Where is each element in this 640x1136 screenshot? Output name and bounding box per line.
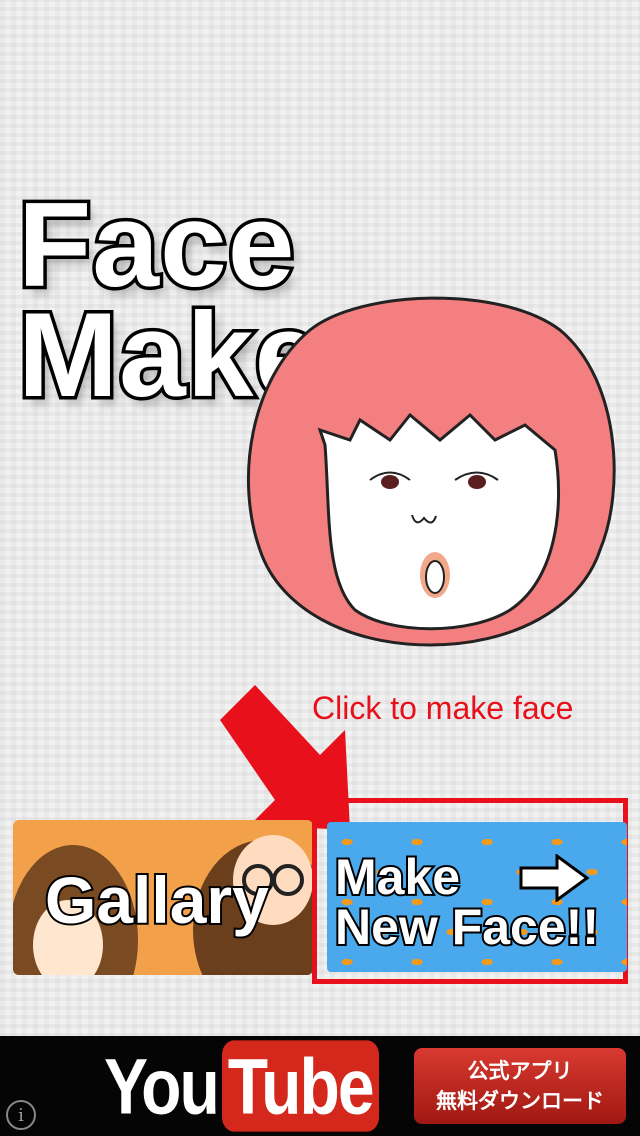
youtube-logo[interactable]: You Tube bbox=[104, 1040, 379, 1132]
download-line2: 無料ダウンロード bbox=[436, 1089, 604, 1113]
gallery-label: Gallary bbox=[43, 861, 271, 939]
youtube-tube-text: Tube bbox=[221, 1040, 379, 1132]
face-illustration bbox=[246, 296, 616, 647]
download-line1: 公式アプリ bbox=[467, 1059, 573, 1083]
info-icon[interactable]: i bbox=[6, 1100, 36, 1130]
make-new-face-button[interactable]: Make New Face!! bbox=[327, 822, 627, 972]
app-title-line1: Face bbox=[15, 178, 299, 312]
official-app-download-button[interactable]: 公式アプリ 無料ダウンロード bbox=[414, 1048, 626, 1124]
make-new-face-label-line1: Make bbox=[333, 849, 462, 905]
footer-ad-bar: You Tube 公式アプリ 無料ダウンロード bbox=[0, 1036, 640, 1136]
gallery-button[interactable]: Gallary bbox=[13, 820, 313, 975]
make-new-face-label-line2: New Face!! bbox=[333, 899, 601, 955]
right-arrow-icon bbox=[519, 854, 590, 902]
youtube-you-text: You bbox=[104, 1041, 220, 1131]
